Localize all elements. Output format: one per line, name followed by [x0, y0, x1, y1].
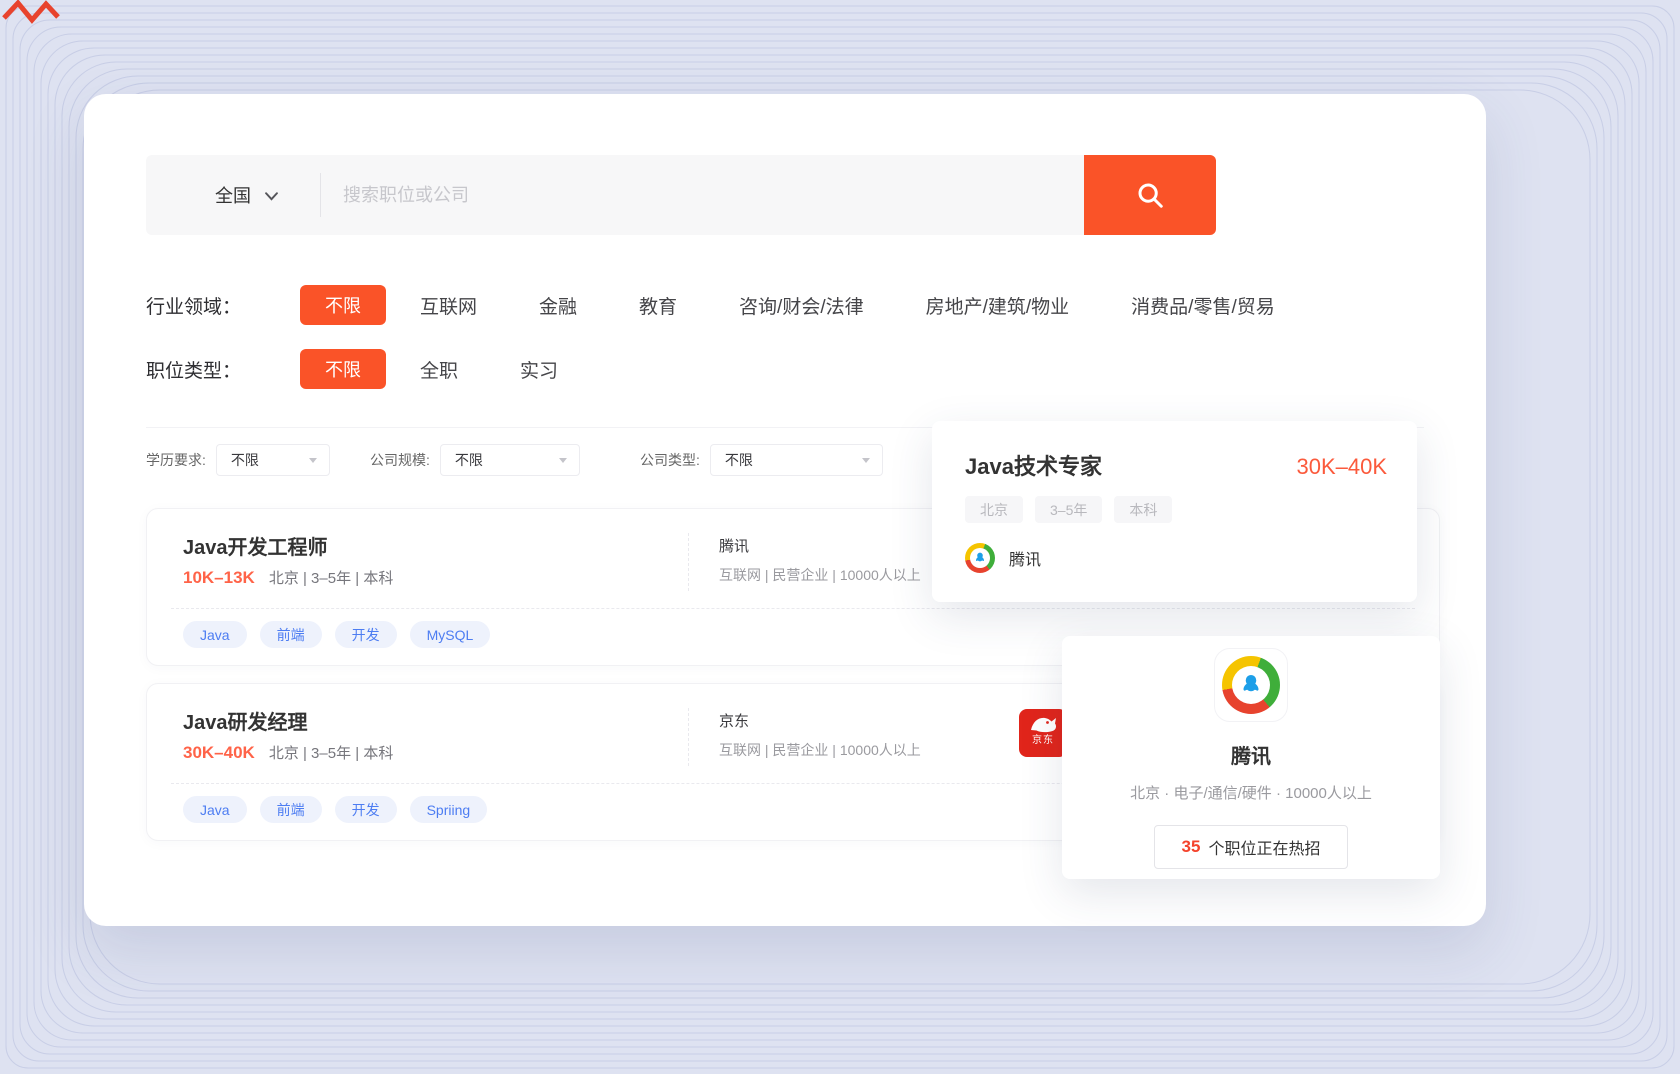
company-popup-name: 腾讯	[1062, 740, 1440, 769]
jd-logo-text: 京东	[1032, 736, 1054, 746]
company-name: 京东	[719, 710, 749, 731]
jobtype-chip-unlimited[interactable]: 不限	[300, 349, 386, 389]
job-meta: 北京 | 3–5年 | 本科	[269, 742, 394, 763]
search-box: 全国	[146, 155, 1084, 235]
company-name: 腾讯	[719, 535, 749, 556]
job-tag[interactable]: 开发	[335, 796, 397, 823]
tag-row: Java 前端 开发 MySQL	[183, 621, 490, 648]
job-tag[interactable]: Java	[183, 621, 247, 648]
popup-company-name: 腾讯	[1009, 546, 1041, 570]
jobtype-option[interactable]: 全职	[420, 356, 458, 383]
card-divider	[688, 533, 689, 591]
company-logo-box	[1214, 648, 1288, 722]
company-meta: 互联网 | 民营企业 | 10000人以上	[719, 740, 921, 760]
dropdown-company-size: 公司规模: 不限	[370, 444, 580, 476]
industry-option[interactable]: 消费品/零售/贸易	[1131, 292, 1275, 319]
hot-jobs-label: 个职位正在热招	[1208, 835, 1320, 859]
dropdown-company-type-label: 公司类型:	[640, 450, 700, 470]
hot-jobs-button[interactable]: 35 个职位正在热招	[1154, 825, 1349, 869]
job-title: Java研发经理	[183, 706, 308, 735]
dropdown-company-size-label: 公司规模:	[370, 450, 430, 470]
dropdown-company-type-select[interactable]: 不限	[710, 444, 883, 476]
dropdown-company-type: 公司类型: 不限	[640, 444, 883, 476]
job-detail-popup[interactable]: Java技术专家 30K–40K 北京 3–5年 本科 腾讯	[932, 421, 1417, 602]
company-popup[interactable]: 腾讯 北京 · 电子/通信/硬件 · 10000人以上 35 个职位正在热招	[1062, 636, 1440, 879]
region-selector[interactable]: 全国	[146, 182, 278, 208]
industry-option[interactable]: 教育	[639, 292, 677, 319]
job-tag[interactable]: 开发	[335, 621, 397, 648]
tag-row: Java 前端 开发 Spriing	[183, 796, 487, 823]
job-tag[interactable]: Spriing	[410, 796, 488, 823]
dropdown-education-label: 学历要求:	[146, 450, 206, 470]
card-dashed-divider	[171, 608, 1415, 609]
dropdown-company-size-select[interactable]: 不限	[440, 444, 580, 476]
dropdown-education-select[interactable]: 不限	[216, 444, 330, 476]
jobtype-option[interactable]: 实习	[520, 356, 558, 383]
popup-job-title: Java技术专家	[965, 449, 1102, 481]
industry-option[interactable]: 金融	[539, 292, 577, 319]
job-meta: 北京 | 3–5年 | 本科	[269, 567, 394, 588]
job-salary: 10K–13K	[183, 568, 255, 588]
region-label: 全国	[215, 182, 251, 208]
job-salary: 30K–40K	[183, 743, 255, 763]
search-button[interactable]	[1084, 155, 1216, 235]
company-meta: 互联网 | 民营企业 | 10000人以上	[719, 565, 921, 585]
job-title: Java开发工程师	[183, 531, 328, 560]
jd-mascot-icon	[1025, 712, 1061, 736]
job-tag[interactable]: MySQL	[410, 621, 491, 648]
hot-jobs-count: 35	[1182, 837, 1201, 857]
popup-job-salary: 30K–40K	[1296, 454, 1387, 480]
filter-row-jobtype: 职位类型： 不限 全职 实习	[146, 349, 620, 389]
qq-logo-icon	[1222, 656, 1280, 714]
industry-chip-unlimited[interactable]: 不限	[300, 285, 386, 325]
caret-down-icon	[862, 458, 870, 463]
search-input[interactable]	[321, 155, 1084, 235]
filter-label-industry: 行业领域：	[146, 292, 300, 319]
job-tag[interactable]: 前端	[260, 796, 322, 823]
caret-down-icon	[309, 458, 317, 463]
page: 全国 行业领域： 不限 互联网 金融 教育 咨询/财会/法律 房地产/建筑/物业	[0, 0, 1680, 1074]
dropdown-company-type-value: 不限	[725, 450, 753, 470]
caret-down-icon	[559, 458, 567, 463]
popup-tag: 北京	[965, 496, 1023, 523]
search-bar: 全国	[146, 155, 1216, 235]
filter-label-jobtype: 职位类型：	[146, 356, 300, 383]
jd-logo: 京东	[1019, 709, 1067, 757]
industry-option[interactable]: 房地产/建筑/物业	[926, 292, 1070, 319]
qq-logo-icon	[965, 543, 995, 573]
dropdown-education: 学历要求: 不限	[146, 444, 330, 476]
dropdown-education-value: 不限	[231, 450, 259, 470]
chevron-down-icon	[265, 192, 278, 201]
job-tag[interactable]: Java	[183, 796, 247, 823]
industry-option[interactable]: 互联网	[420, 292, 477, 319]
popup-company-row: 腾讯	[965, 543, 1387, 573]
search-icon	[1135, 180, 1165, 210]
company-popup-meta: 北京 · 电子/通信/硬件 · 10000人以上	[1062, 782, 1440, 803]
popup-tag: 本科	[1114, 496, 1172, 523]
popup-tag-row: 北京 3–5年 本科	[965, 496, 1387, 523]
card-divider	[688, 708, 689, 766]
dropdown-company-size-value: 不限	[455, 450, 483, 470]
job-tag[interactable]: 前端	[260, 621, 322, 648]
industry-option[interactable]: 咨询/财会/法律	[739, 292, 864, 319]
filter-row-industry: 行业领域： 不限 互联网 金融 教育 咨询/财会/法律 房地产/建筑/物业 消费…	[146, 285, 1337, 325]
popup-tag: 3–5年	[1035, 496, 1102, 523]
